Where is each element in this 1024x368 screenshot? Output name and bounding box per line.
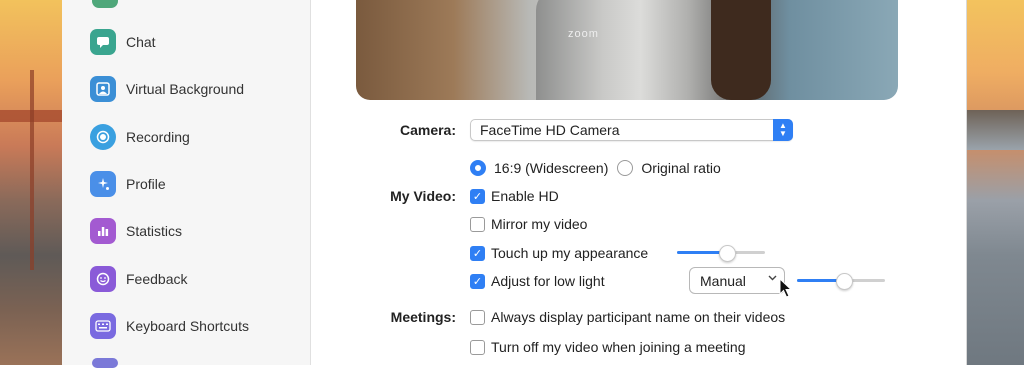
radio-widescreen-label[interactable]: 16:9 (Widescreen): [494, 160, 608, 176]
turn-off-video-row: Turn off my video when joining a meeting: [470, 336, 745, 358]
slider-knob[interactable]: [836, 273, 853, 290]
mirror-label[interactable]: Mirror my video: [491, 216, 587, 232]
sidebar-item-label: Feedback: [126, 271, 188, 287]
accessibility-icon[interactable]: [92, 358, 118, 368]
turn-off-video-label[interactable]: Turn off my video when joining a meeting: [491, 339, 745, 355]
keyboard-icon: [90, 313, 116, 339]
display-names-label[interactable]: Always display participant name on their…: [491, 309, 785, 325]
low-light-checkbox[interactable]: ✓: [470, 273, 485, 289]
touch-up-checkbox[interactable]: ✓: [470, 245, 485, 261]
sidebar-item-keyboard-shortcuts[interactable]: Keyboard Shortcuts: [90, 311, 249, 341]
video-preview-logo: zoom: [568, 28, 599, 40]
camera-select[interactable]: FaceTime HD Camera ▲ ▼: [470, 119, 793, 141]
sidebar-item-virtual-background[interactable]: Virtual Background: [90, 74, 244, 104]
desktop-wallpaper-right: [966, 0, 1024, 365]
statistics-icon: [90, 218, 116, 244]
turn-off-video-checkbox[interactable]: [470, 339, 485, 355]
settings-sidebar: Chat Virtual Background Recording Profil…: [62, 0, 311, 368]
video-settings-panel: zoom Camera: FaceTime HD Camera ▲ ▼ 16:9 …: [311, 0, 966, 365]
wallpaper-bridge-tower: [30, 70, 34, 270]
sidebar-item-label: Statistics: [126, 223, 183, 239]
touch-up-label[interactable]: Touch up my appearance: [491, 245, 648, 261]
low-light-mode-select[interactable]: Manual: [689, 267, 785, 294]
low-light-slider[interactable]: [797, 273, 885, 290]
wallpaper-coastline: [966, 110, 1024, 150]
aspect-ratio-group: 16:9 (Widescreen) Original ratio: [470, 157, 721, 179]
sidebar-item-label: Profile: [126, 176, 166, 192]
radio-widescreen[interactable]: [470, 160, 486, 176]
camera-label: Camera:: [399, 122, 456, 138]
sidebar-item-statistics[interactable]: Statistics: [90, 216, 182, 246]
chevron-down-icon: [768, 273, 777, 284]
low-light-mode-value: Manual: [700, 272, 746, 289]
recording-icon: [90, 124, 116, 150]
meetings-label: Meetings:: [390, 309, 456, 325]
video-preview-person: [536, 0, 726, 100]
feedback-icon: [90, 266, 116, 292]
sidebar-item-recording[interactable]: Recording: [90, 122, 190, 152]
settings-window: Chat Virtual Background Recording Profil…: [62, 0, 967, 368]
radio-original-ratio-label[interactable]: Original ratio: [641, 160, 720, 176]
sidebar-item-label: Keyboard Shortcuts: [126, 318, 249, 334]
low-light-label[interactable]: Adjust for low light: [491, 273, 605, 289]
mirror-checkbox[interactable]: [470, 216, 485, 232]
enable-hd-row: ✓ Enable HD: [470, 185, 559, 207]
slider-knob[interactable]: [719, 245, 736, 262]
profile-icon: [90, 171, 116, 197]
sidebar-item-label: Chat: [126, 34, 156, 50]
select-stepper-icon: ▲ ▼: [773, 119, 793, 141]
my-video-label: My Video:: [390, 188, 456, 204]
camera-select-value: FaceTime HD Camera: [480, 122, 620, 138]
enable-hd-label[interactable]: Enable HD: [491, 188, 559, 204]
general-icon[interactable]: [92, 0, 118, 8]
touch-up-slider[interactable]: [677, 245, 765, 262]
sidebar-item-label: Recording: [126, 129, 190, 145]
sidebar-item-feedback[interactable]: Feedback: [90, 264, 187, 294]
sidebar-item-label: Virtual Background: [126, 81, 245, 97]
touch-up-row: ✓ Touch up my appearance: [470, 242, 648, 264]
desktop-wallpaper-left: [0, 0, 62, 365]
video-preview: zoom: [356, 0, 898, 100]
mouse-pointer-icon: [779, 278, 793, 298]
sidebar-item-chat[interactable]: Chat: [90, 27, 156, 57]
chat-icon: [90, 29, 116, 55]
enable-hd-checkbox[interactable]: ✓: [470, 188, 485, 204]
video-preview-hair: [711, 0, 771, 100]
mirror-row: Mirror my video: [470, 213, 587, 235]
display-names-checkbox[interactable]: [470, 309, 485, 325]
sidebar-item-profile[interactable]: Profile: [90, 169, 166, 199]
display-names-row: Always display participant name on their…: [470, 306, 785, 328]
virtual-background-icon: [90, 76, 116, 102]
radio-original-ratio[interactable]: [617, 160, 634, 176]
low-light-row: ✓ Adjust for low light: [470, 270, 605, 292]
